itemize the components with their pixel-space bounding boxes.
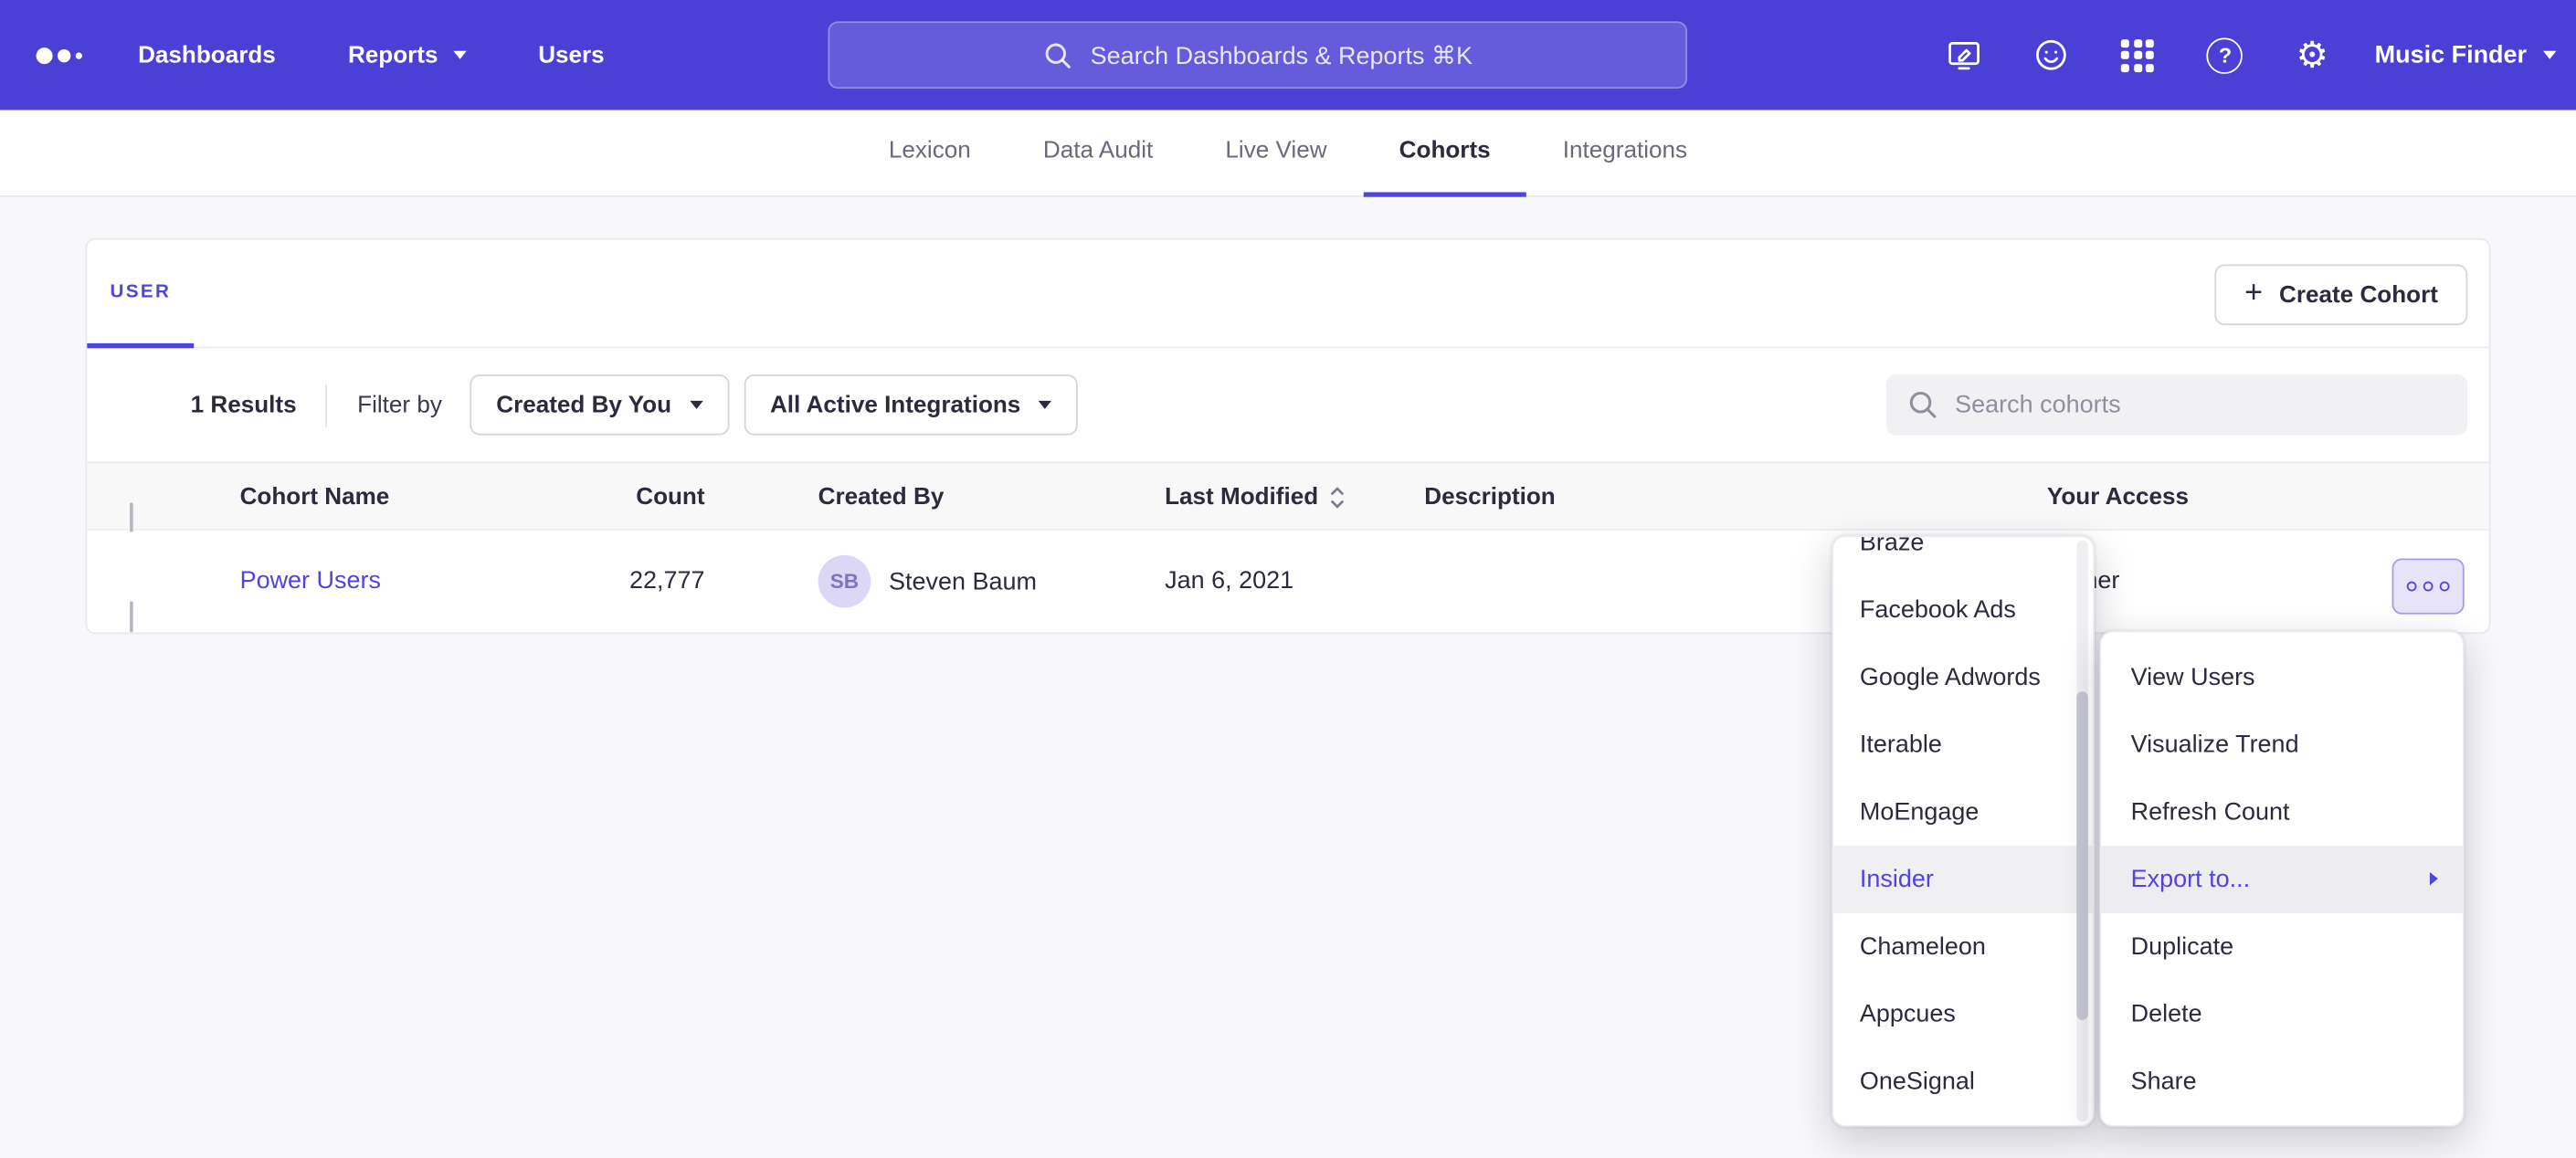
- submenu-item-iterable[interactable]: Iterable: [1833, 711, 2093, 779]
- created-by-name: Steven Baum: [889, 567, 1037, 595]
- account-menu[interactable]: Music Finder: [2375, 41, 2557, 69]
- tab-live-view[interactable]: Live View: [1189, 110, 1363, 196]
- header-description: Description: [1424, 463, 1555, 532]
- nav-item-users[interactable]: Users: [538, 42, 605, 68]
- row-actions-button[interactable]: [2392, 558, 2465, 614]
- tab-data-audit[interactable]: Data Audit: [1007, 110, 1188, 196]
- nav-item-reports-label: Reports: [348, 42, 438, 68]
- sort-icon: [1330, 485, 1346, 511]
- top-nav: Dashboards Reports Users Search Dashboar…: [0, 0, 2576, 110]
- apps-grid-icon[interactable]: [2102, 19, 2174, 91]
- submenu-item-appcues[interactable]: Appcues: [1833, 981, 2093, 1048]
- select-all-checkbox[interactable]: [130, 502, 133, 532]
- top-nav-links: Dashboards Reports Users: [138, 42, 605, 68]
- chevron-down-icon: [1039, 401, 1051, 409]
- table-row: Power Users 22,777 SB Steven Baum Jan 6,…: [87, 531, 2488, 633]
- submenu-item-facebook-ads[interactable]: Facebook Ads: [1833, 576, 2093, 644]
- settings-gear-icon[interactable]: ⚙: [2276, 19, 2349, 91]
- results-count: 1 Results: [191, 392, 297, 418]
- help-icon[interactable]: ?: [2189, 19, 2261, 91]
- header-last-modified[interactable]: Last Modified: [1165, 463, 1346, 532]
- board-pencil-icon[interactable]: [1927, 19, 2000, 91]
- created-by-filter[interactable]: Created By You: [470, 374, 729, 436]
- tab-integrations[interactable]: Integrations: [1526, 110, 1723, 196]
- mixpanel-logo[interactable]: [37, 47, 82, 63]
- menu-item-view-users[interactable]: View Users: [2101, 644, 2463, 711]
- submenu-item-moengage[interactable]: MoEngage: [1833, 778, 2093, 846]
- plus-icon: +: [2244, 278, 2263, 309]
- nav-item-dashboards-label: Dashboards: [138, 42, 276, 68]
- chevron-down-icon: [2543, 51, 2556, 59]
- menu-item-share[interactable]: Share: [2101, 1047, 2463, 1115]
- chevron-down-icon: [453, 51, 466, 59]
- nav-item-dashboards[interactable]: Dashboards: [138, 42, 276, 68]
- global-search[interactable]: Search Dashboards & Reports ⌘K: [828, 21, 1687, 89]
- last-modified-value: Jan 6, 2021: [1165, 531, 1293, 633]
- secondary-nav: Lexicon Data Audit Live View Cohorts Int…: [0, 110, 2576, 196]
- main-content: USER + Create Cohort 1 Results Filter by…: [0, 197, 2576, 1158]
- export-submenu-list: Braze Facebook Ads Google Adwords Iterab…: [1833, 535, 2093, 1115]
- header-cohort-name: Cohort Name: [240, 463, 390, 532]
- menu-item-refresh-count[interactable]: Refresh Count: [2101, 778, 2463, 846]
- chevron-down-icon: [690, 401, 702, 409]
- integrations-filter[interactable]: All Active Integrations: [744, 374, 1078, 436]
- search-icon: [1042, 40, 1072, 69]
- global-search-placeholder: Search Dashboards & Reports ⌘K: [1091, 40, 1473, 69]
- export-submenu: Braze Facebook Ads Google Adwords Iterab…: [1832, 535, 2095, 1126]
- submenu-item-google-adwords[interactable]: Google Adwords: [1833, 644, 2093, 711]
- scrollbar-thumb[interactable]: [2076, 691, 2088, 1020]
- create-cohort-button[interactable]: + Create Cohort: [2215, 265, 2468, 326]
- filter-by-label: Filter by: [357, 392, 442, 418]
- divider: [326, 384, 328, 426]
- submenu-item-chameleon[interactable]: Chameleon: [1833, 913, 2093, 981]
- tab-lexicon[interactable]: Lexicon: [852, 110, 1007, 196]
- tab-cohorts[interactable]: Cohorts: [1363, 110, 1526, 196]
- card-header: USER + Create Cohort: [87, 240, 2488, 349]
- menu-item-visualize-trend[interactable]: Visualize Trend: [2101, 711, 2463, 779]
- avatar: SB: [818, 555, 871, 608]
- submenu-arrow-icon: [2430, 872, 2438, 885]
- submenu-item-insider[interactable]: Insider: [1833, 846, 2093, 913]
- account-name: Music Finder: [2375, 41, 2527, 69]
- top-nav-right: ? ⚙ Music Finder: [1913, 0, 2556, 110]
- row-checkbox[interactable]: [130, 601, 133, 632]
- nav-item-users-label: Users: [538, 42, 605, 68]
- row-context-menu: View Users Visualize Trend Refresh Count…: [2099, 631, 2464, 1127]
- menu-item-duplicate[interactable]: Duplicate: [2101, 913, 2463, 981]
- menu-item-export-to[interactable]: Export to...: [2101, 846, 2463, 913]
- cohorts-toolbar: 1 Results Filter by Created By You All A…: [87, 348, 2488, 461]
- submenu-item-braze[interactable]: Braze: [1833, 535, 2093, 576]
- tab-user-cohorts[interactable]: USER: [87, 240, 194, 349]
- header-your-access: Your Access: [2047, 463, 2189, 532]
- header-created-by: Created By: [818, 463, 945, 532]
- menu-item-delete[interactable]: Delete: [2101, 981, 2463, 1048]
- cohort-count: 22,777: [508, 531, 705, 633]
- cohorts-card: USER + Create Cohort 1 Results Filter by…: [86, 238, 2491, 634]
- cohort-search: [1886, 374, 2468, 436]
- app-root: Dashboards Reports Users Search Dashboar…: [0, 0, 2576, 1158]
- header-count: Count: [508, 463, 705, 532]
- cohort-search-input[interactable]: [1886, 374, 2468, 436]
- cohort-name-link[interactable]: Power Users: [240, 531, 381, 633]
- table-header: Cohort Name Count Created By Last Modifi…: [87, 461, 2488, 531]
- created-by-cell: SB Steven Baum: [818, 555, 1037, 608]
- submenu-item-onesignal[interactable]: OneSignal: [1833, 1047, 2093, 1115]
- feedback-smiley-icon[interactable]: [2015, 19, 2087, 91]
- nav-item-reports[interactable]: Reports: [348, 42, 466, 68]
